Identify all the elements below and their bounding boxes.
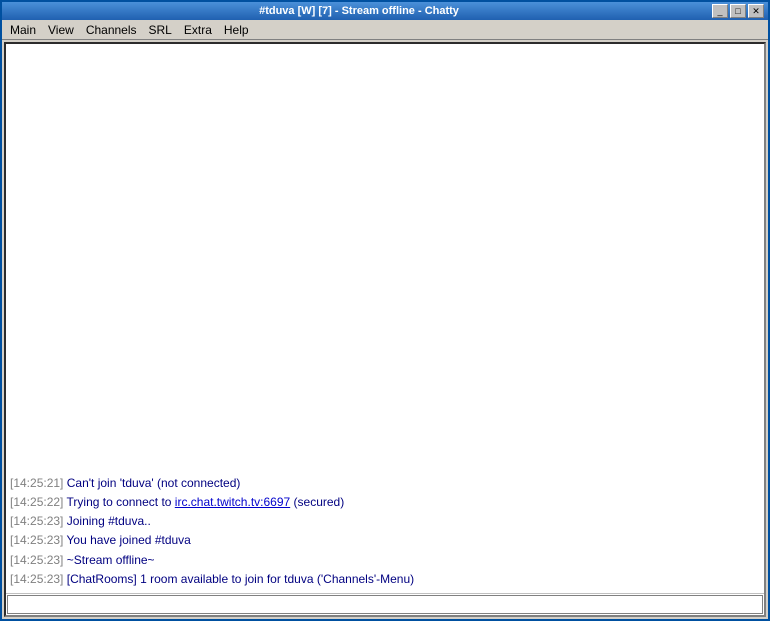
list-item: [14:25:23] You have joined #tduva [10,531,760,550]
main-window: #tduva [W] [7] - Stream offline - Chatty… [0,0,770,621]
title-text: #tduva [W] [7] - Stream offline - Chatty [6,5,712,17]
menu-view[interactable]: View [42,21,80,39]
window-controls: _ □ ✕ [712,4,764,18]
menu-channels[interactable]: Channels [80,21,143,39]
menu-bar: Main View Channels SRL Extra Help [2,20,768,40]
list-item: [14:25:23] Joining #tduva.. [10,512,760,531]
list-item: [14:25:23] ~Stream offline~ [10,551,760,570]
minimize-button[interactable]: _ [712,4,728,18]
close-button[interactable]: ✕ [748,4,764,18]
chat-input[interactable] [7,595,763,614]
irc-link[interactable]: irc.chat.twitch.tv:6697 [175,495,290,509]
chat-messages: [14:25:21] Can't join 'tduva' (not conne… [6,44,764,593]
content-area: [14:25:21] Can't join 'tduva' (not conne… [4,42,766,617]
menu-extra[interactable]: Extra [178,21,218,39]
menu-srl[interactable]: SRL [143,21,178,39]
title-bar: #tduva [W] [7] - Stream offline - Chatty… [2,2,768,20]
list-item: [14:25:21] Can't join 'tduva' (not conne… [10,474,760,493]
menu-help[interactable]: Help [218,21,255,39]
maximize-button[interactable]: □ [730,4,746,18]
list-item: [14:25:23] [ChatRooms] 1 room available … [10,570,760,589]
list-item: [14:25:22] Trying to connect to irc.chat… [10,493,760,512]
input-wrapper [6,593,764,615]
menu-main[interactable]: Main [4,21,42,39]
